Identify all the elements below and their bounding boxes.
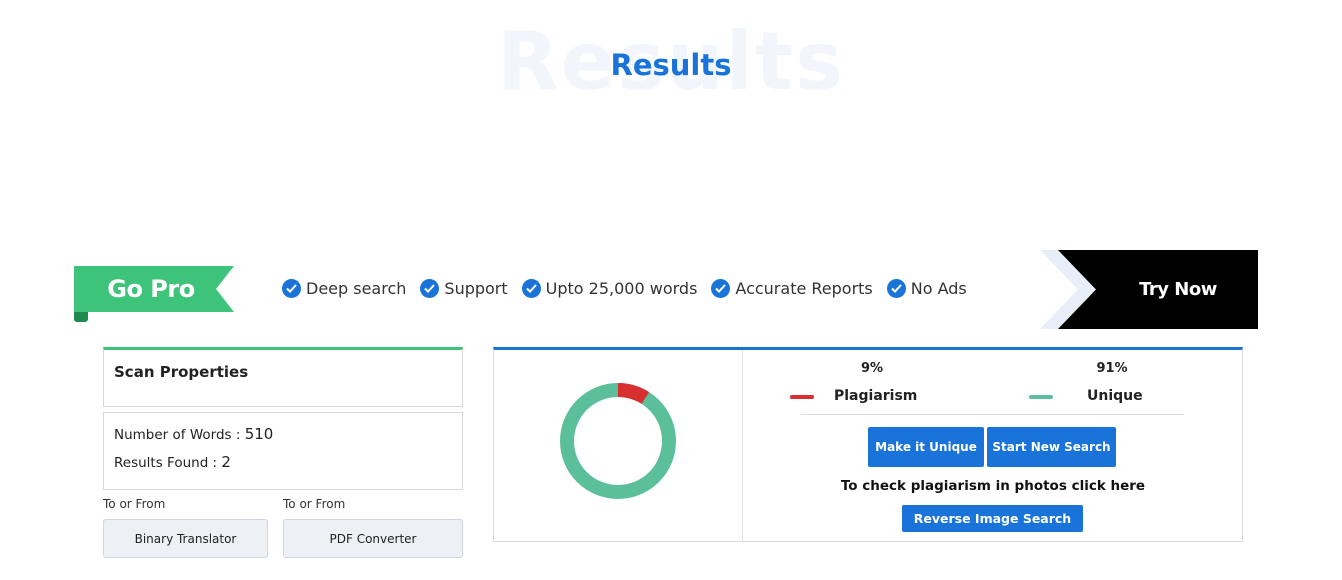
scan-stats-card: Number of Words : 510 Results Found : 2 bbox=[103, 412, 463, 490]
check-circle-icon bbox=[521, 278, 541, 298]
plagiarism-legend-label: Plagiarism bbox=[834, 388, 918, 404]
unique-legend-swatch bbox=[1029, 395, 1053, 399]
feature-label: Deep search bbox=[306, 278, 407, 298]
feature-word-limit: Upto 25,000 words bbox=[521, 278, 698, 298]
donut-unique-segment bbox=[560, 383, 676, 499]
make-it-unique-button[interactable]: Make it Unique bbox=[868, 427, 984, 467]
photo-check-note: To check plagiarism in photos click here bbox=[840, 478, 1146, 494]
plagiarism-stat: 9% bbox=[812, 361, 932, 385]
word-count-label: Number of Words : bbox=[114, 427, 241, 443]
go-pro-ribbon: Go Pro bbox=[74, 266, 234, 323]
feature-accurate-reports: Accurate Reports bbox=[711, 278, 873, 298]
feature-label: Upto 25,000 words bbox=[545, 278, 698, 298]
tool-caption: To or From bbox=[283, 497, 346, 511]
unique-legend-label: Unique bbox=[1087, 388, 1143, 404]
unique-percent: 91% bbox=[1096, 361, 1128, 376]
results-panel: 9% 91% Plagiarism Unique Make it Unique … bbox=[493, 347, 1243, 542]
tool-pdf-converter: To or From PDF Converter bbox=[283, 497, 463, 558]
check-circle-icon bbox=[886, 278, 906, 298]
tool-binary-translator: To or From Binary Translator bbox=[103, 497, 268, 558]
results-found-value: 2 bbox=[221, 453, 231, 471]
word-count-value: 510 bbox=[244, 425, 274, 443]
feature-label: No Ads bbox=[910, 278, 967, 298]
pdf-converter-button[interactable]: PDF Converter bbox=[283, 519, 463, 558]
check-circle-icon bbox=[711, 278, 731, 298]
donut-chart-area bbox=[494, 350, 743, 542]
plagiarism-percent: 9% bbox=[860, 361, 884, 376]
check-circle-icon bbox=[282, 278, 301, 298]
scan-properties-title: Scan Properties bbox=[114, 363, 249, 381]
unique-stat: 91% bbox=[1052, 361, 1172, 385]
word-count-row: Number of Words : 510 bbox=[114, 425, 273, 443]
go-pro-banner: Go Pro Deep search Support Upto 25,000 w… bbox=[74, 250, 1258, 329]
go-pro-label: Go Pro bbox=[107, 275, 195, 303]
start-new-search-button[interactable]: Start New Search bbox=[987, 427, 1116, 467]
feature-deep-search: Deep search bbox=[282, 278, 407, 298]
check-circle-icon bbox=[420, 278, 440, 298]
binary-translator-button[interactable]: Binary Translator bbox=[103, 519, 268, 558]
plagiarism-legend-swatch bbox=[790, 395, 814, 399]
scan-properties-card: Scan Properties bbox=[103, 347, 463, 407]
pro-features-list: Deep search Support Upto 25,000 words Ac… bbox=[282, 276, 981, 300]
feature-no-ads: No Ads bbox=[886, 278, 967, 298]
reverse-image-search-button[interactable]: Reverse Image Search bbox=[902, 505, 1083, 532]
results-divider bbox=[801, 414, 1184, 415]
try-now-label: Try Now bbox=[1139, 279, 1217, 300]
tool-caption: To or From bbox=[103, 497, 166, 511]
results-found-row: Results Found : 2 bbox=[114, 453, 231, 471]
page-title: Results bbox=[610, 48, 732, 82]
feature-label: Accurate Reports bbox=[735, 278, 873, 298]
results-found-label: Results Found : bbox=[114, 455, 218, 471]
plagiarism-donut-chart bbox=[560, 383, 676, 499]
feature-support: Support bbox=[420, 278, 508, 298]
feature-label: Support bbox=[444, 278, 508, 298]
